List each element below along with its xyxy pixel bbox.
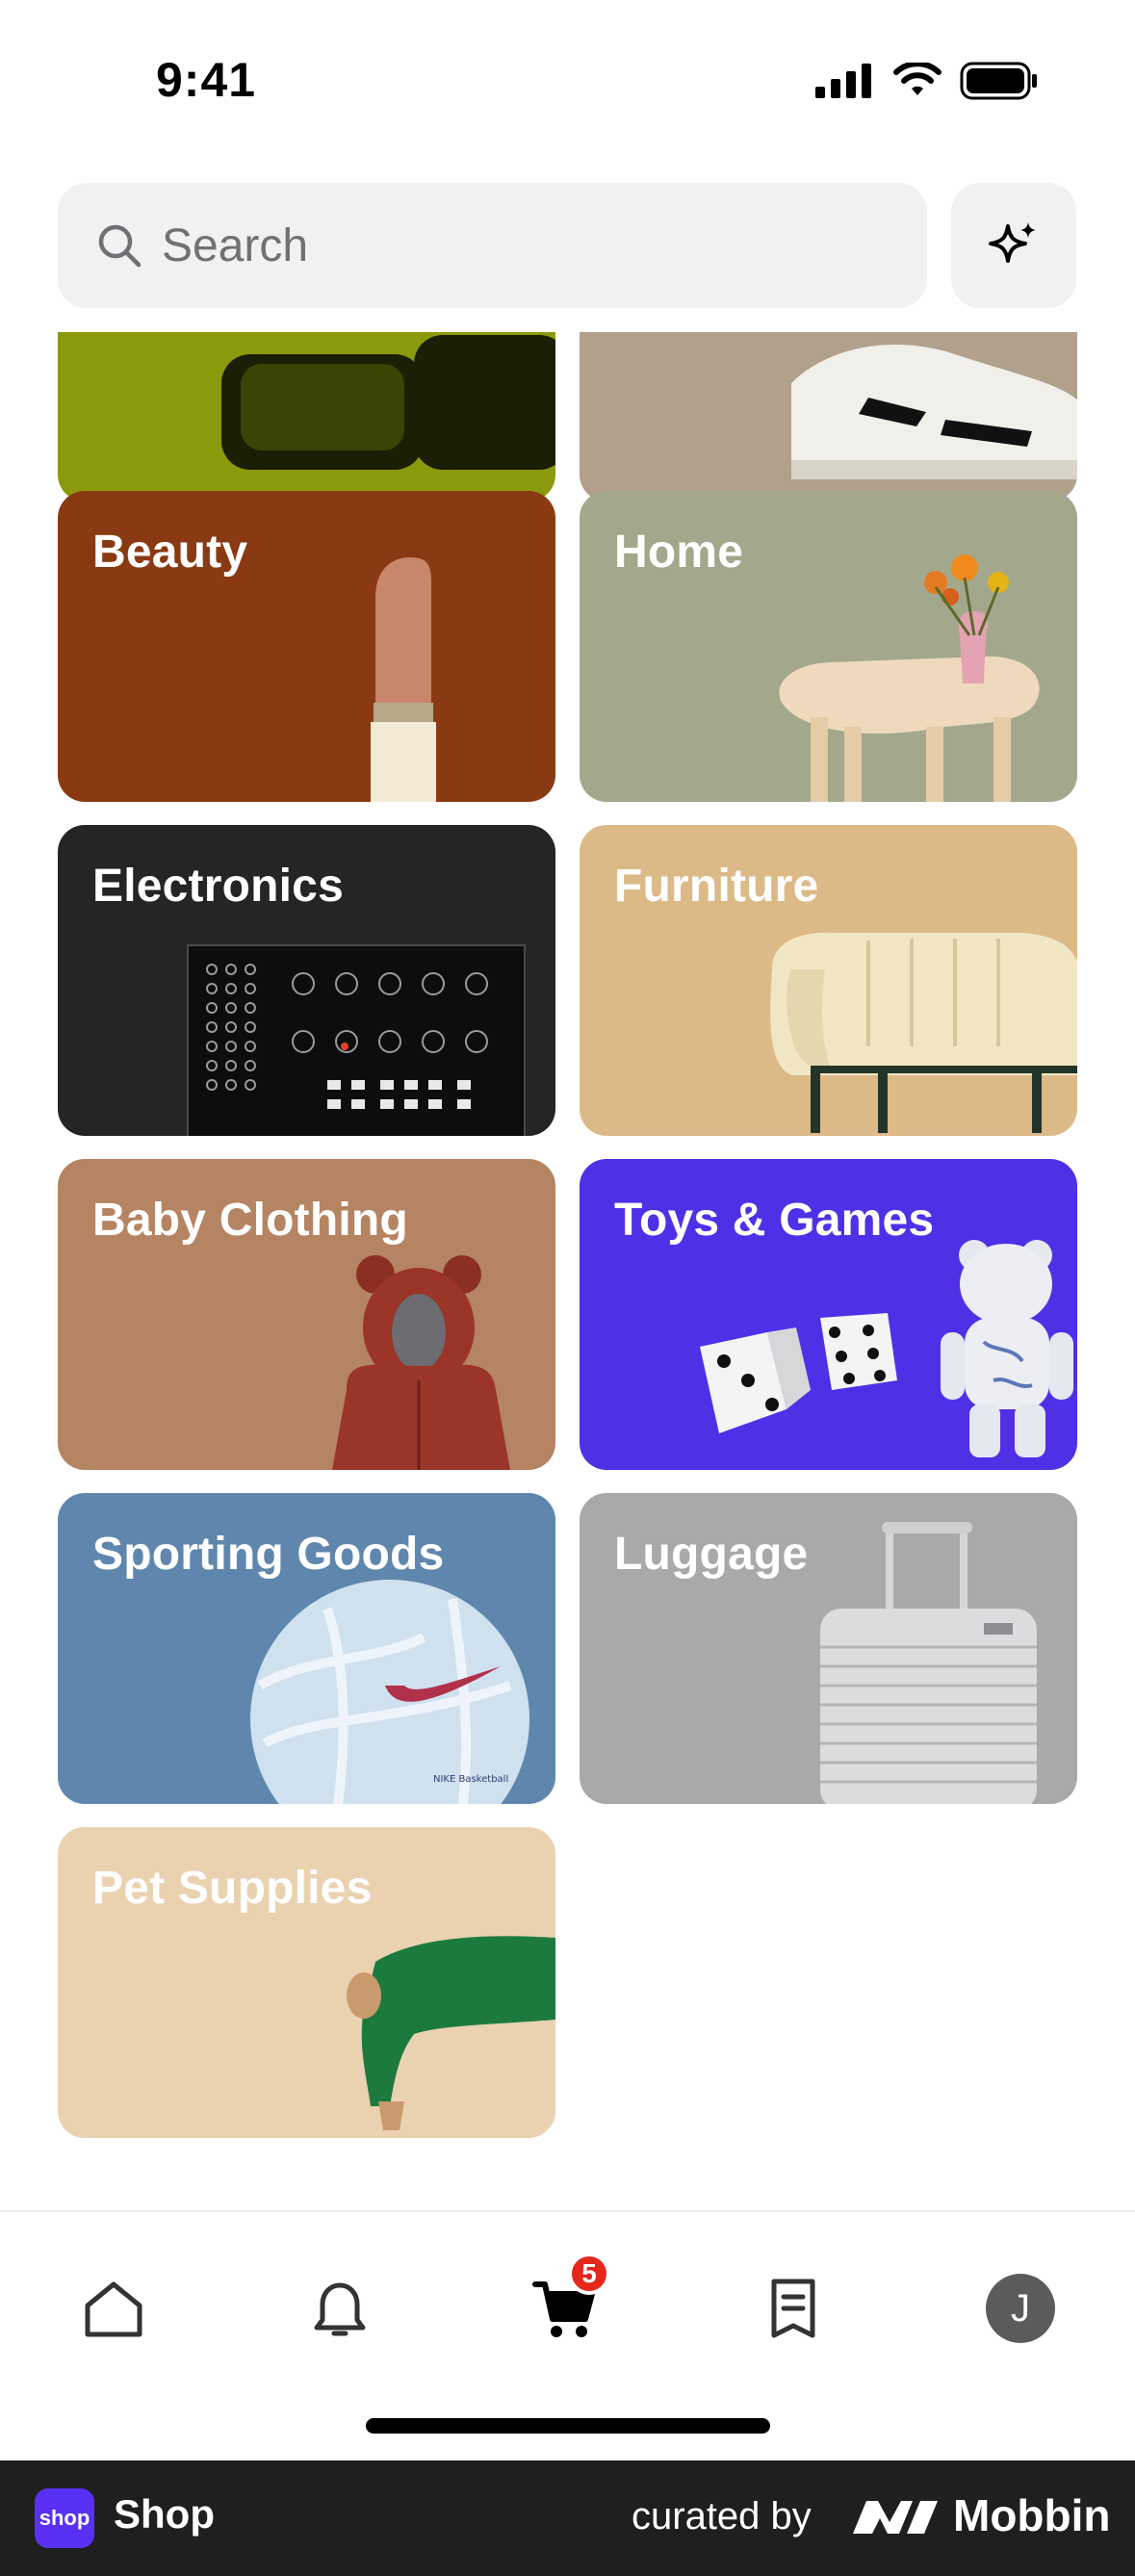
home-indicator [366, 2418, 770, 2434]
app-name: Shop [114, 2491, 215, 2537]
svg-text:NIKE Basketball: NIKE Basketball [433, 1774, 508, 1785]
mobbin-logo-icon [853, 2501, 938, 2534]
category-label: Baby Clothing [92, 1195, 408, 1246]
search-input[interactable]: Search [58, 183, 927, 308]
tab-home[interactable] [65, 2260, 162, 2357]
ai-assistant-button[interactable] [951, 183, 1076, 308]
brand-name: Mobbin [953, 2490, 1111, 2540]
sunglasses-image [58, 332, 555, 502]
category-label: Furniture [614, 861, 819, 912]
category-tile-beauty[interactable]: Beauty [58, 491, 555, 802]
search-placeholder: Search [162, 219, 309, 271]
category-label: Pet Supplies [92, 1863, 373, 1914]
category-tile-home[interactable]: Home [580, 491, 1077, 802]
tab-orders[interactable] [745, 2260, 841, 2357]
category-tile-furniture[interactable]: Furniture [580, 825, 1077, 1136]
home-icon [85, 2281, 142, 2337]
bell-icon [314, 2282, 366, 2336]
search-icon [98, 224, 142, 268]
category-label: Luggage [614, 1529, 809, 1580]
category-label: Home [614, 527, 744, 578]
status-bar: 9:41 [0, 0, 1135, 164]
category-tile-accessories[interactable] [58, 332, 555, 502]
curated-by-label: curated by [632, 2495, 812, 2537]
category-tile-pet-supplies[interactable]: Pet Supplies [58, 1827, 555, 2138]
receipt-icon [771, 2279, 815, 2338]
avatar: J [986, 2274, 1055, 2343]
category-grid: Beauty Home Electronics Furniture Baby C… [0, 332, 1135, 2195]
shop-logo: shop [35, 2488, 94, 2548]
tab-notifications[interactable] [292, 2260, 388, 2357]
battery-icon [960, 62, 1037, 100]
category-label: Sporting Goods [92, 1529, 445, 1580]
category-tile-toys-games[interactable]: Toys & Games [580, 1159, 1077, 1470]
category-label: Beauty [92, 527, 248, 578]
category-tile-luggage[interactable]: Luggage [580, 1493, 1077, 1804]
category-tile-shoes[interactable] [580, 332, 1077, 502]
category-tile-sporting-goods[interactable]: NIKE Basketball Sporting Goods [58, 1493, 555, 1804]
category-tile-baby-clothing[interactable]: Baby Clothing [58, 1159, 555, 1470]
sparkle-icon [989, 222, 1036, 263]
cart-badge: 5 [568, 2253, 610, 2295]
signal-icon [815, 64, 871, 98]
tab-profile[interactable]: J [972, 2260, 1069, 2357]
wifi-icon [893, 63, 942, 95]
category-tile-electronics[interactable]: Electronics [58, 825, 555, 1136]
category-label: Electronics [92, 861, 344, 912]
category-label: Toys & Games [614, 1195, 935, 1246]
status-icons [815, 62, 1039, 100]
status-time: 9:41 [156, 53, 257, 107]
sneaker-image [580, 332, 1077, 502]
attribution-footer: shop Shop curated by Mobbin [0, 2460, 1135, 2576]
